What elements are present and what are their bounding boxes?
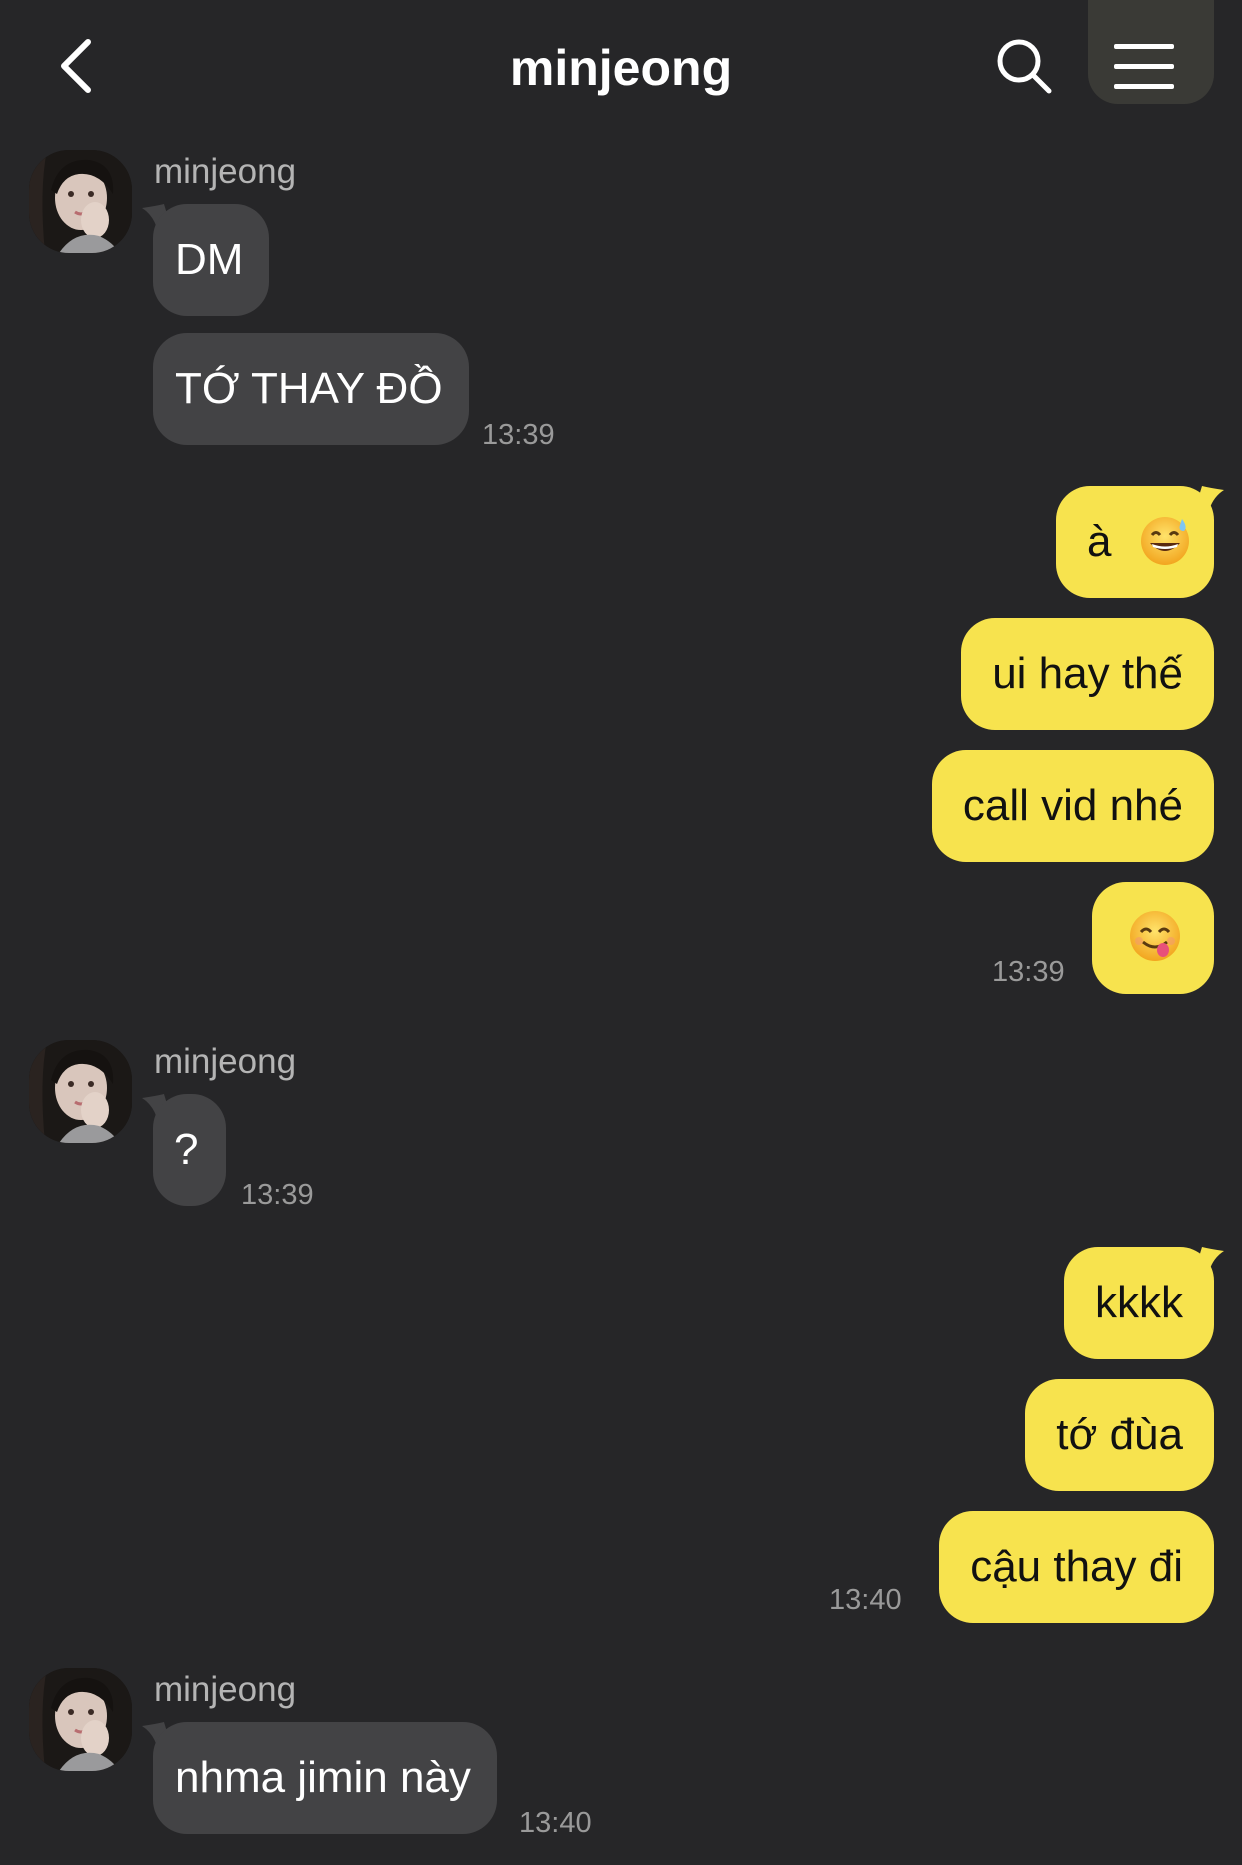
profile-photo	[29, 150, 132, 253]
message-timestamp: 13:40	[519, 1807, 592, 1839]
message-timestamp: 13:39	[992, 956, 1065, 988]
avatar[interactable]	[29, 1668, 132, 1771]
profile-photo	[29, 1668, 132, 1771]
menu-button[interactable]	[1112, 36, 1178, 96]
sender-name: minjeong	[154, 1670, 297, 1709]
outgoing-message[interactable]: ui hay thế	[961, 618, 1214, 730]
incoming-message[interactable]: ?	[153, 1094, 226, 1206]
incoming-message[interactable]: TỚ THAY ĐỒ	[153, 333, 469, 445]
avatar[interactable]	[29, 1040, 132, 1143]
outgoing-message[interactable]: tớ đùa	[1025, 1379, 1214, 1491]
message-timestamp: 13:40	[829, 1584, 902, 1616]
avatar[interactable]	[29, 150, 132, 253]
sender-name: minjeong	[154, 1042, 297, 1081]
search-icon	[997, 39, 1052, 94]
outgoing-message[interactable]: call vid nhé	[931, 750, 1214, 862]
yum-face-emoji-icon	[1130, 911, 1180, 962]
hamburger-menu-icon	[1114, 44, 1174, 89]
outgoing-message[interactable]: à	[1056, 486, 1214, 598]
message-timestamp: 13:39	[241, 1179, 314, 1211]
profile-photo	[29, 1040, 132, 1143]
message-timestamp: 13:39	[482, 419, 555, 451]
message-text: à	[1087, 517, 1112, 566]
outgoing-message[interactable]	[1092, 882, 1214, 994]
search-button[interactable]	[994, 36, 1054, 96]
grinning-sweat-emoji-icon	[1140, 517, 1189, 566]
incoming-message[interactable]: DM	[153, 204, 270, 316]
sender-name: minjeong	[154, 152, 297, 191]
incoming-message[interactable]: nhma jimin này	[153, 1722, 497, 1834]
chat-title: minjeong	[509, 40, 733, 96]
outgoing-message[interactable]: kkkk	[1064, 1247, 1214, 1359]
outgoing-message[interactable]: cậu thay đi	[939, 1511, 1214, 1623]
